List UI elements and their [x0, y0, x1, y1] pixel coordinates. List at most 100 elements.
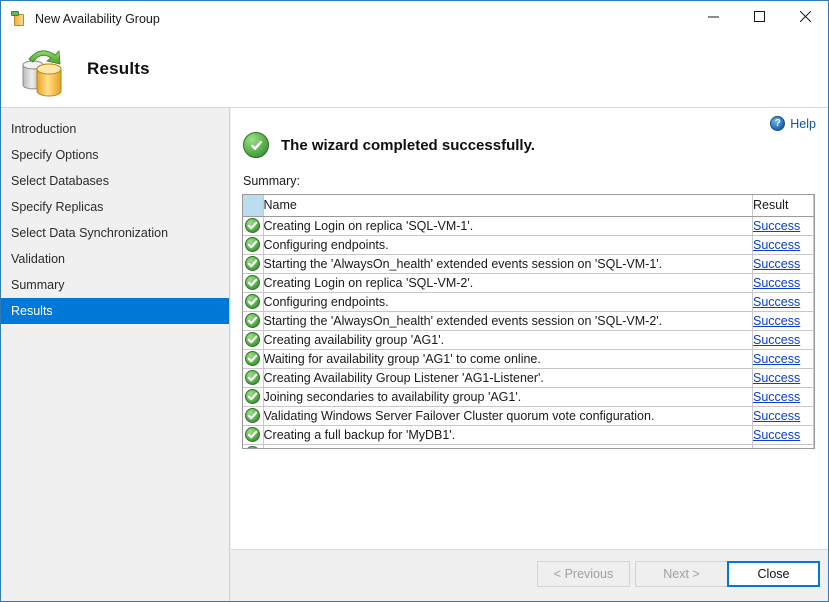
row-name-cell: Configuring endpoints. [263, 235, 753, 254]
column-header-name[interactable]: Name [263, 195, 753, 216]
sidebar-item-label: Select Databases [11, 174, 109, 188]
result-link[interactable]: Success [753, 238, 800, 252]
maximize-button[interactable] [736, 1, 782, 32]
previous-button[interactable]: < Previous [537, 561, 630, 587]
result-link[interactable]: Success [753, 428, 800, 442]
result-link[interactable]: Success [753, 352, 800, 366]
wizard-steps-sidebar: Introduction Specify Options Select Data… [1, 108, 230, 602]
availability-group-wizard-icon [15, 43, 73, 101]
column-header-result[interactable]: Result [753, 195, 814, 216]
table-row[interactable]: Creating Login on replica 'SQL-VM-1'.Suc… [243, 216, 814, 235]
result-link[interactable]: Success [753, 257, 800, 271]
success-check-icon [245, 218, 260, 233]
table-row[interactable]: Configuring endpoints.Success [243, 235, 814, 254]
page-title: Results [87, 59, 150, 79]
row-name-cell: Creating a full backup for 'MyDB1'. [263, 425, 753, 444]
success-check-icon [245, 389, 260, 404]
row-status-cell [243, 235, 263, 254]
close-button[interactable] [782, 1, 828, 32]
table-row[interactable]: Waiting for availability group 'AG1' to … [243, 349, 814, 368]
success-check-icon [245, 237, 260, 252]
sidebar-item-select-data-synchronization[interactable]: Select Data Synchronization [1, 220, 229, 246]
success-check-icon [245, 351, 260, 366]
status-message: The wizard completed successfully. [281, 137, 535, 154]
sidebar-item-introduction[interactable]: Introduction [1, 116, 229, 142]
success-check-icon [245, 408, 260, 423]
availability-group-icon [11, 11, 27, 27]
sidebar-item-specify-replicas[interactable]: Specify Replicas [1, 194, 229, 220]
row-result-cell: Success [753, 273, 814, 292]
sidebar-item-validation[interactable]: Validation [1, 246, 229, 272]
result-link[interactable]: Success [753, 314, 800, 328]
row-name-cell: Creating availability group 'AG1'. [263, 330, 753, 349]
result-link[interactable]: Success [753, 295, 800, 309]
table-row[interactable]: Joining secondaries to availability grou… [243, 387, 814, 406]
help-label: Help [790, 117, 816, 131]
result-link[interactable]: Success [753, 371, 800, 385]
row-name-cell: Creating Login on replica 'SQL-VM-1'. [263, 216, 753, 235]
row-name-cell: Creating Availability Group Listener 'AG… [263, 368, 753, 387]
table-row[interactable]: Validating Windows Server Failover Clust… [243, 406, 814, 425]
sidebar-item-label: Introduction [11, 122, 76, 136]
status-row: The wizard completed successfully. [243, 132, 535, 158]
row-status-cell [243, 330, 263, 349]
window-title: New Availability Group [35, 12, 160, 26]
success-check-icon [243, 132, 269, 158]
sidebar-item-label: Select Data Synchronization [11, 226, 168, 240]
column-header-status[interactable] [243, 195, 263, 216]
close-button-label: Close [758, 567, 790, 581]
table-row[interactable]: Restoring 'MyDB1' on 'SQL-VM-2'.Success [243, 444, 814, 449]
row-status-cell [243, 292, 263, 311]
close-wizard-button[interactable]: Close [727, 561, 820, 587]
result-link[interactable]: Success [753, 390, 800, 404]
next-button[interactable]: Next > [635, 561, 728, 587]
sidebar-item-summary[interactable]: Summary [1, 272, 229, 298]
sidebar-item-results[interactable]: Results [1, 298, 229, 324]
row-result-cell: Success [753, 406, 814, 425]
sidebar-item-select-databases[interactable]: Select Databases [1, 168, 229, 194]
result-link[interactable]: Success [753, 447, 800, 450]
sidebar-item-label: Specify Replicas [11, 200, 103, 214]
success-check-icon [245, 256, 260, 271]
results-panel: ? Help The wizard completed successfully… [231, 108, 828, 549]
row-status-cell [243, 254, 263, 273]
row-result-cell: Success [753, 235, 814, 254]
result-link[interactable]: Success [753, 333, 800, 347]
row-result-cell: Success [753, 444, 814, 449]
table-row[interactable]: Starting the 'AlwaysOn_health' extended … [243, 254, 814, 273]
success-check-icon [245, 275, 260, 290]
row-name-cell: Starting the 'AlwaysOn_health' extended … [263, 311, 753, 330]
sidebar-item-label: Results [11, 304, 53, 318]
table-row[interactable]: Creating a full backup for 'MyDB1'.Succe… [243, 425, 814, 444]
table-row[interactable]: Starting the 'AlwaysOn_health' extended … [243, 311, 814, 330]
table-row[interactable]: Creating Availability Group Listener 'AG… [243, 368, 814, 387]
help-link[interactable]: ? Help [770, 116, 816, 131]
table-row[interactable]: Configuring endpoints.Success [243, 292, 814, 311]
row-status-cell [243, 349, 263, 368]
table-row[interactable]: Creating availability group 'AG1'.Succes… [243, 330, 814, 349]
result-link[interactable]: Success [753, 276, 800, 290]
row-name-cell: Validating Windows Server Failover Clust… [263, 406, 753, 425]
row-name-cell: Starting the 'AlwaysOn_health' extended … [263, 254, 753, 273]
sidebar-item-specify-options[interactable]: Specify Options [1, 142, 229, 168]
row-result-cell: Success [753, 368, 814, 387]
row-result-cell: Success [753, 292, 814, 311]
sidebar-item-label: Specify Options [11, 148, 99, 162]
table-row[interactable]: Creating Login on replica 'SQL-VM-2'.Suc… [243, 273, 814, 292]
wizard-window: New Availability Group [0, 0, 829, 602]
success-check-icon [245, 332, 260, 347]
success-check-icon [245, 427, 260, 442]
results-table-body: Creating Login on replica 'SQL-VM-1'.Suc… [243, 216, 814, 449]
minimize-button[interactable] [690, 1, 736, 32]
header-band: Results [1, 37, 828, 108]
row-status-cell [243, 406, 263, 425]
row-result-cell: Success [753, 387, 814, 406]
row-status-cell [243, 273, 263, 292]
row-name-cell: Creating Login on replica 'SQL-VM-2'. [263, 273, 753, 292]
row-result-cell: Success [753, 349, 814, 368]
result-link[interactable]: Success [753, 219, 800, 233]
row-result-cell: Success [753, 330, 814, 349]
success-check-icon [245, 370, 260, 385]
result-link[interactable]: Success [753, 409, 800, 423]
row-name-cell: Waiting for availability group 'AG1' to … [263, 349, 753, 368]
